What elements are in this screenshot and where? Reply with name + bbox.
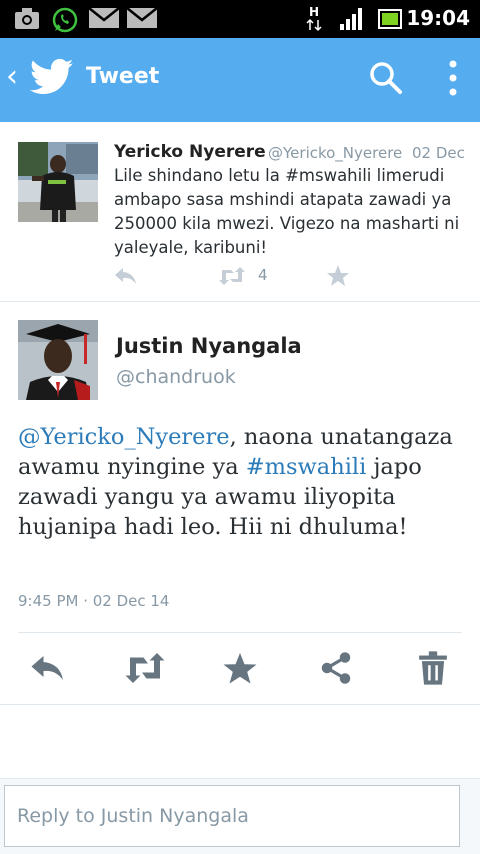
network-h-icon: H <box>306 4 322 36</box>
screenshot-icon <box>14 7 40 35</box>
reply-bar <box>0 778 480 854</box>
author-name[interactable]: Yericko Nyerere <box>114 142 266 162</box>
status-bar: H 19:04 <box>0 0 480 38</box>
avatar[interactable] <box>18 142 98 222</box>
action-bar: ‹ Tweet <box>0 38 480 122</box>
twitter-bird-icon[interactable] <box>29 58 74 100</box>
tweet-timestamp: 9:45 PM · 02 Dec 14 <box>18 592 170 610</box>
share-icon[interactable] <box>318 650 354 690</box>
network-type-label: H <box>309 5 319 19</box>
context-tweet[interactable]: Yericko Nyerere @Yericko_Nyerere 02 Dec … <box>0 122 480 302</box>
hashtag-link[interactable]: #mswahili <box>246 454 367 480</box>
divider <box>0 704 480 705</box>
gmail-icon <box>88 7 120 33</box>
author-name[interactable]: Justin Nyangala <box>116 334 302 358</box>
delete-icon[interactable] <box>416 650 450 690</box>
retweet-icon[interactable] <box>218 266 246 290</box>
search-icon[interactable] <box>368 60 404 100</box>
battery-icon <box>378 9 404 33</box>
favorite-icon[interactable] <box>326 264 350 292</box>
clock: 19:04 <box>406 6 470 30</box>
signal-icon <box>340 8 364 34</box>
overflow-menu-icon[interactable] <box>446 58 460 102</box>
tweet-date: 02 Dec <box>412 144 465 162</box>
mention-link[interactable]: @Yericko_Nyerere <box>18 424 230 450</box>
avatar[interactable] <box>18 320 98 400</box>
tweet-text: Lile shindano letu la #mswahili limerudi… <box>114 166 460 257</box>
divider <box>18 632 462 633</box>
favorite-icon[interactable] <box>222 650 258 690</box>
retweet-count: 4 <box>258 266 268 284</box>
whatsapp-icon <box>52 7 78 37</box>
reply-icon[interactable] <box>114 266 138 290</box>
retweet-icon[interactable] <box>124 650 166 690</box>
reply-icon[interactable] <box>30 650 66 690</box>
back-icon[interactable]: ‹ <box>6 62 18 92</box>
author-handle[interactable]: @Yericko_Nyerere <box>268 144 402 162</box>
reply-input[interactable] <box>4 785 460 847</box>
tweet-text: @Yericko_Nyerere, naona unatangaza awamu… <box>18 422 468 542</box>
gmail-icon <box>126 7 158 33</box>
author-handle[interactable]: @chandruok <box>116 366 236 388</box>
page-title: Tweet <box>86 64 160 89</box>
